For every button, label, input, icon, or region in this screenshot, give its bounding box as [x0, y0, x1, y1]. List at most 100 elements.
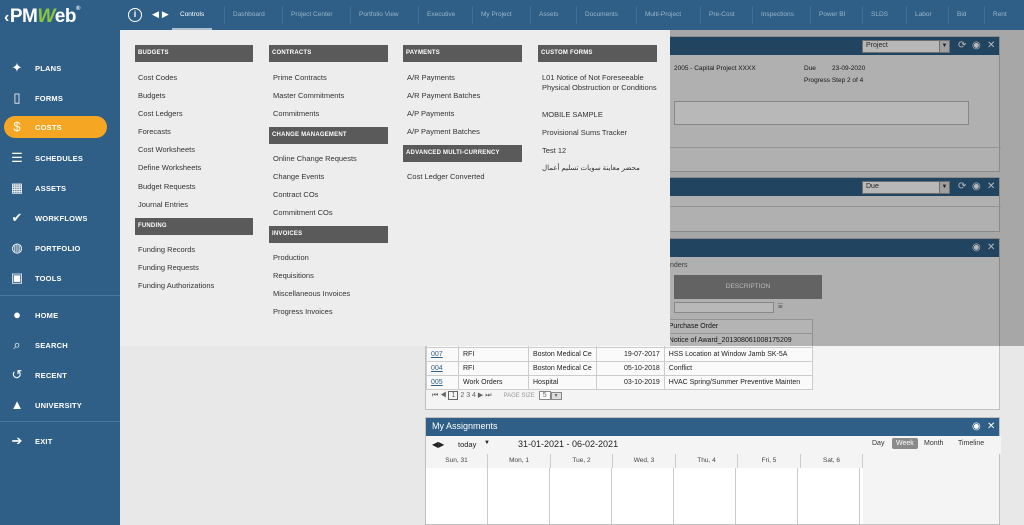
menu-item-cost-ledgers[interactable]: Cost Ledgers: [138, 109, 183, 118]
view-day-button[interactable]: Day: [872, 440, 884, 447]
menu-item-cost-ledger-converted[interactable]: Cost Ledger Converted: [407, 172, 485, 181]
menu-item-journal-entries[interactable]: Journal Entries: [138, 200, 188, 209]
table-cell-id[interactable]: 007: [426, 347, 459, 362]
project-select[interactable]: Project ▼: [862, 40, 950, 53]
view-timeline-button[interactable]: Timeline: [958, 440, 984, 447]
pager-first-icon[interactable]: ⏮: [432, 392, 438, 399]
filter-icon[interactable]: ⩸: [778, 301, 783, 311]
calendar-nav-arrows-icon[interactable]: ◀▶: [432, 440, 444, 449]
tab-multi-project[interactable]: Multi-Project: [636, 6, 689, 24]
calendar-day-header[interactable]: Wed, 3: [613, 454, 676, 468]
sidebar-item-forms[interactable]: ▯ FORMS: [0, 87, 120, 109]
sidebar-item-plans[interactable]: ✦ PLANS: [0, 57, 120, 79]
menu-item-provisional-sums-tracker[interactable]: Provisional Sums Tracker: [542, 128, 627, 137]
menu-item-arabic-form[interactable]: محضر معاينة سويات تسليم أعمال: [542, 164, 640, 172]
calendar-day-header[interactable]: Tue, 2: [551, 454, 613, 468]
menu-item-l01-notice[interactable]: L01 Notice of Not Foreseeable Physical O…: [542, 73, 662, 93]
sidebar-item-recent[interactable]: ↺ RECENT: [0, 364, 120, 386]
menu-item-cost-worksheets[interactable]: Cost Worksheets: [138, 145, 195, 154]
sidebar-item-search[interactable]: ⌕ SEARCH: [0, 334, 120, 356]
menu-item-contract-cos[interactable]: Contract COs: [273, 190, 318, 199]
sidebar-item-workflows[interactable]: ✔ WORKFLOWS: [0, 207, 120, 229]
menu-item-prime-contracts[interactable]: Prime Contracts: [273, 73, 327, 82]
menu-item-ap-payments[interactable]: A/P Payments: [407, 109, 454, 118]
tab-documents[interactable]: Documents: [576, 6, 626, 24]
tab-dashboard[interactable]: Dashboard: [224, 6, 273, 24]
menu-item-ar-payments[interactable]: A/R Payments: [407, 73, 455, 82]
hide-icon[interactable]: ◉: [972, 181, 981, 192]
menu-item-funding-records[interactable]: Funding Records: [138, 245, 195, 254]
view-week-button[interactable]: Week: [892, 438, 918, 449]
notes-textarea[interactable]: [674, 101, 969, 125]
hide-icon[interactable]: ◉: [972, 242, 981, 253]
menu-item-commitment-cos[interactable]: Commitment COs: [273, 208, 333, 217]
menu-item-progress-invoices[interactable]: Progress Invoices: [273, 307, 333, 316]
tab-controls[interactable]: Controls: [172, 6, 213, 30]
sidebar-item-portfolio[interactable]: ◍ PORTFOLIO: [0, 237, 120, 259]
tab-inspections[interactable]: Inspections: [752, 6, 802, 24]
tab-my-project[interactable]: My Project: [472, 6, 520, 24]
info-icon[interactable]: i: [128, 8, 142, 22]
chevron-down-icon[interactable]: ▼: [484, 440, 490, 446]
menu-item-forecasts[interactable]: Forecasts: [138, 127, 171, 136]
due-select[interactable]: Due ▼: [862, 181, 950, 194]
menu-item-funding-requests[interactable]: Funding Requests: [138, 263, 199, 272]
chevron-down-icon[interactable]: ▼: [550, 392, 562, 400]
menu-item-production[interactable]: Production: [273, 253, 309, 262]
menu-item-miscellaneous-invoices[interactable]: Miscellaneous Invoices: [273, 289, 350, 298]
menu-item-requisitions[interactable]: Requisitions: [273, 271, 314, 280]
sidebar-item-schedules[interactable]: ☰ SCHEDULES: [0, 147, 120, 169]
tab-power-bi[interactable]: Power BI: [810, 6, 853, 24]
tab-labor[interactable]: Labor: [906, 6, 940, 24]
today-button[interactable]: today: [458, 440, 476, 449]
menu-item-ap-payment-batches[interactable]: A/P Payment Batches: [407, 127, 480, 136]
close-icon[interactable]: ✕: [987, 40, 995, 51]
menu-item-commitments[interactable]: Commitments: [273, 109, 319, 118]
pager-page-1[interactable]: 1: [448, 391, 459, 400]
pager-page-2[interactable]: 2: [460, 392, 464, 399]
subtab-label[interactable]: nders: [670, 262, 688, 269]
menu-item-test-12[interactable]: Test 12: [542, 146, 566, 155]
calendar-day-header[interactable]: Thu, 4: [676, 454, 738, 468]
pmweb-logo[interactable]: ‹PMWeb®: [4, 6, 80, 28]
menu-item-ar-payment-batches[interactable]: A/R Payment Batches: [407, 91, 480, 100]
calendar-day-header[interactable]: Sun, 31: [426, 454, 488, 468]
menu-item-funding-authorizations[interactable]: Funding Authorizations: [138, 281, 214, 290]
menu-item-change-events[interactable]: Change Events: [273, 172, 324, 181]
pager-last-icon[interactable]: ⏭: [485, 392, 491, 399]
close-icon[interactable]: ✕: [987, 242, 995, 253]
calendar-day-header[interactable]: Mon, 1: [488, 454, 551, 468]
menu-item-online-change-requests[interactable]: Online Change Requests: [273, 154, 357, 163]
pager-next-icon[interactable]: ▶: [478, 392, 483, 399]
table-row[interactable]: 007 RFI Boston Medical Ce 19-07-2017 HSS…: [426, 347, 813, 362]
refresh-icon[interactable]: ⟳: [958, 181, 966, 192]
table-row[interactable]: 005 Work Orders Hospital 03-10-2019 HVAC…: [426, 375, 813, 390]
refresh-icon[interactable]: ⟳: [958, 40, 966, 51]
description-column-header[interactable]: DESCRIPTION: [674, 275, 822, 299]
tab-pre-cost[interactable]: Pre-Cost: [700, 6, 743, 24]
table-cell-id[interactable]: 005: [426, 375, 459, 390]
pager-page-3[interactable]: 3: [466, 392, 470, 399]
close-icon[interactable]: ✕: [987, 181, 995, 192]
calendar-day-header[interactable]: Fri, 5: [738, 454, 801, 468]
calendar-grid[interactable]: [426, 468, 863, 524]
view-month-button[interactable]: Month: [924, 440, 943, 447]
pager-prev-icon[interactable]: ◀: [440, 392, 446, 399]
sidebar-item-tools[interactable]: ▣ TOOLS: [0, 267, 120, 289]
tab-rent[interactable]: Rent: [984, 6, 1015, 24]
tab-scroll-arrows-icon[interactable]: ◀▶: [152, 9, 172, 20]
menu-item-cost-codes[interactable]: Cost Codes: [138, 73, 177, 82]
menu-item-mobile-sample[interactable]: MOBILE SAMPLE: [542, 110, 603, 119]
hide-icon[interactable]: ◉: [972, 40, 981, 51]
sidebar-item-exit[interactable]: ➔ EXIT: [0, 430, 120, 452]
hide-icon[interactable]: ◉: [972, 421, 981, 432]
tab-project-center[interactable]: Project Center: [282, 6, 341, 24]
table-row[interactable]: 004 RFI Boston Medical Ce 05-10-2018 Con…: [426, 361, 813, 376]
table-cell-id[interactable]: 004: [426, 361, 459, 376]
sidebar-item-assets[interactable]: ▦ ASSETS: [0, 177, 120, 199]
tab-assets[interactable]: Assets: [530, 6, 567, 24]
sidebar-item-university[interactable]: ▲ UNIVERSITY: [0, 394, 120, 416]
menu-item-budgets[interactable]: Budgets: [138, 91, 166, 100]
close-icon[interactable]: ✕: [987, 421, 995, 432]
menu-item-master-commitments[interactable]: Master Commitments: [273, 91, 344, 100]
